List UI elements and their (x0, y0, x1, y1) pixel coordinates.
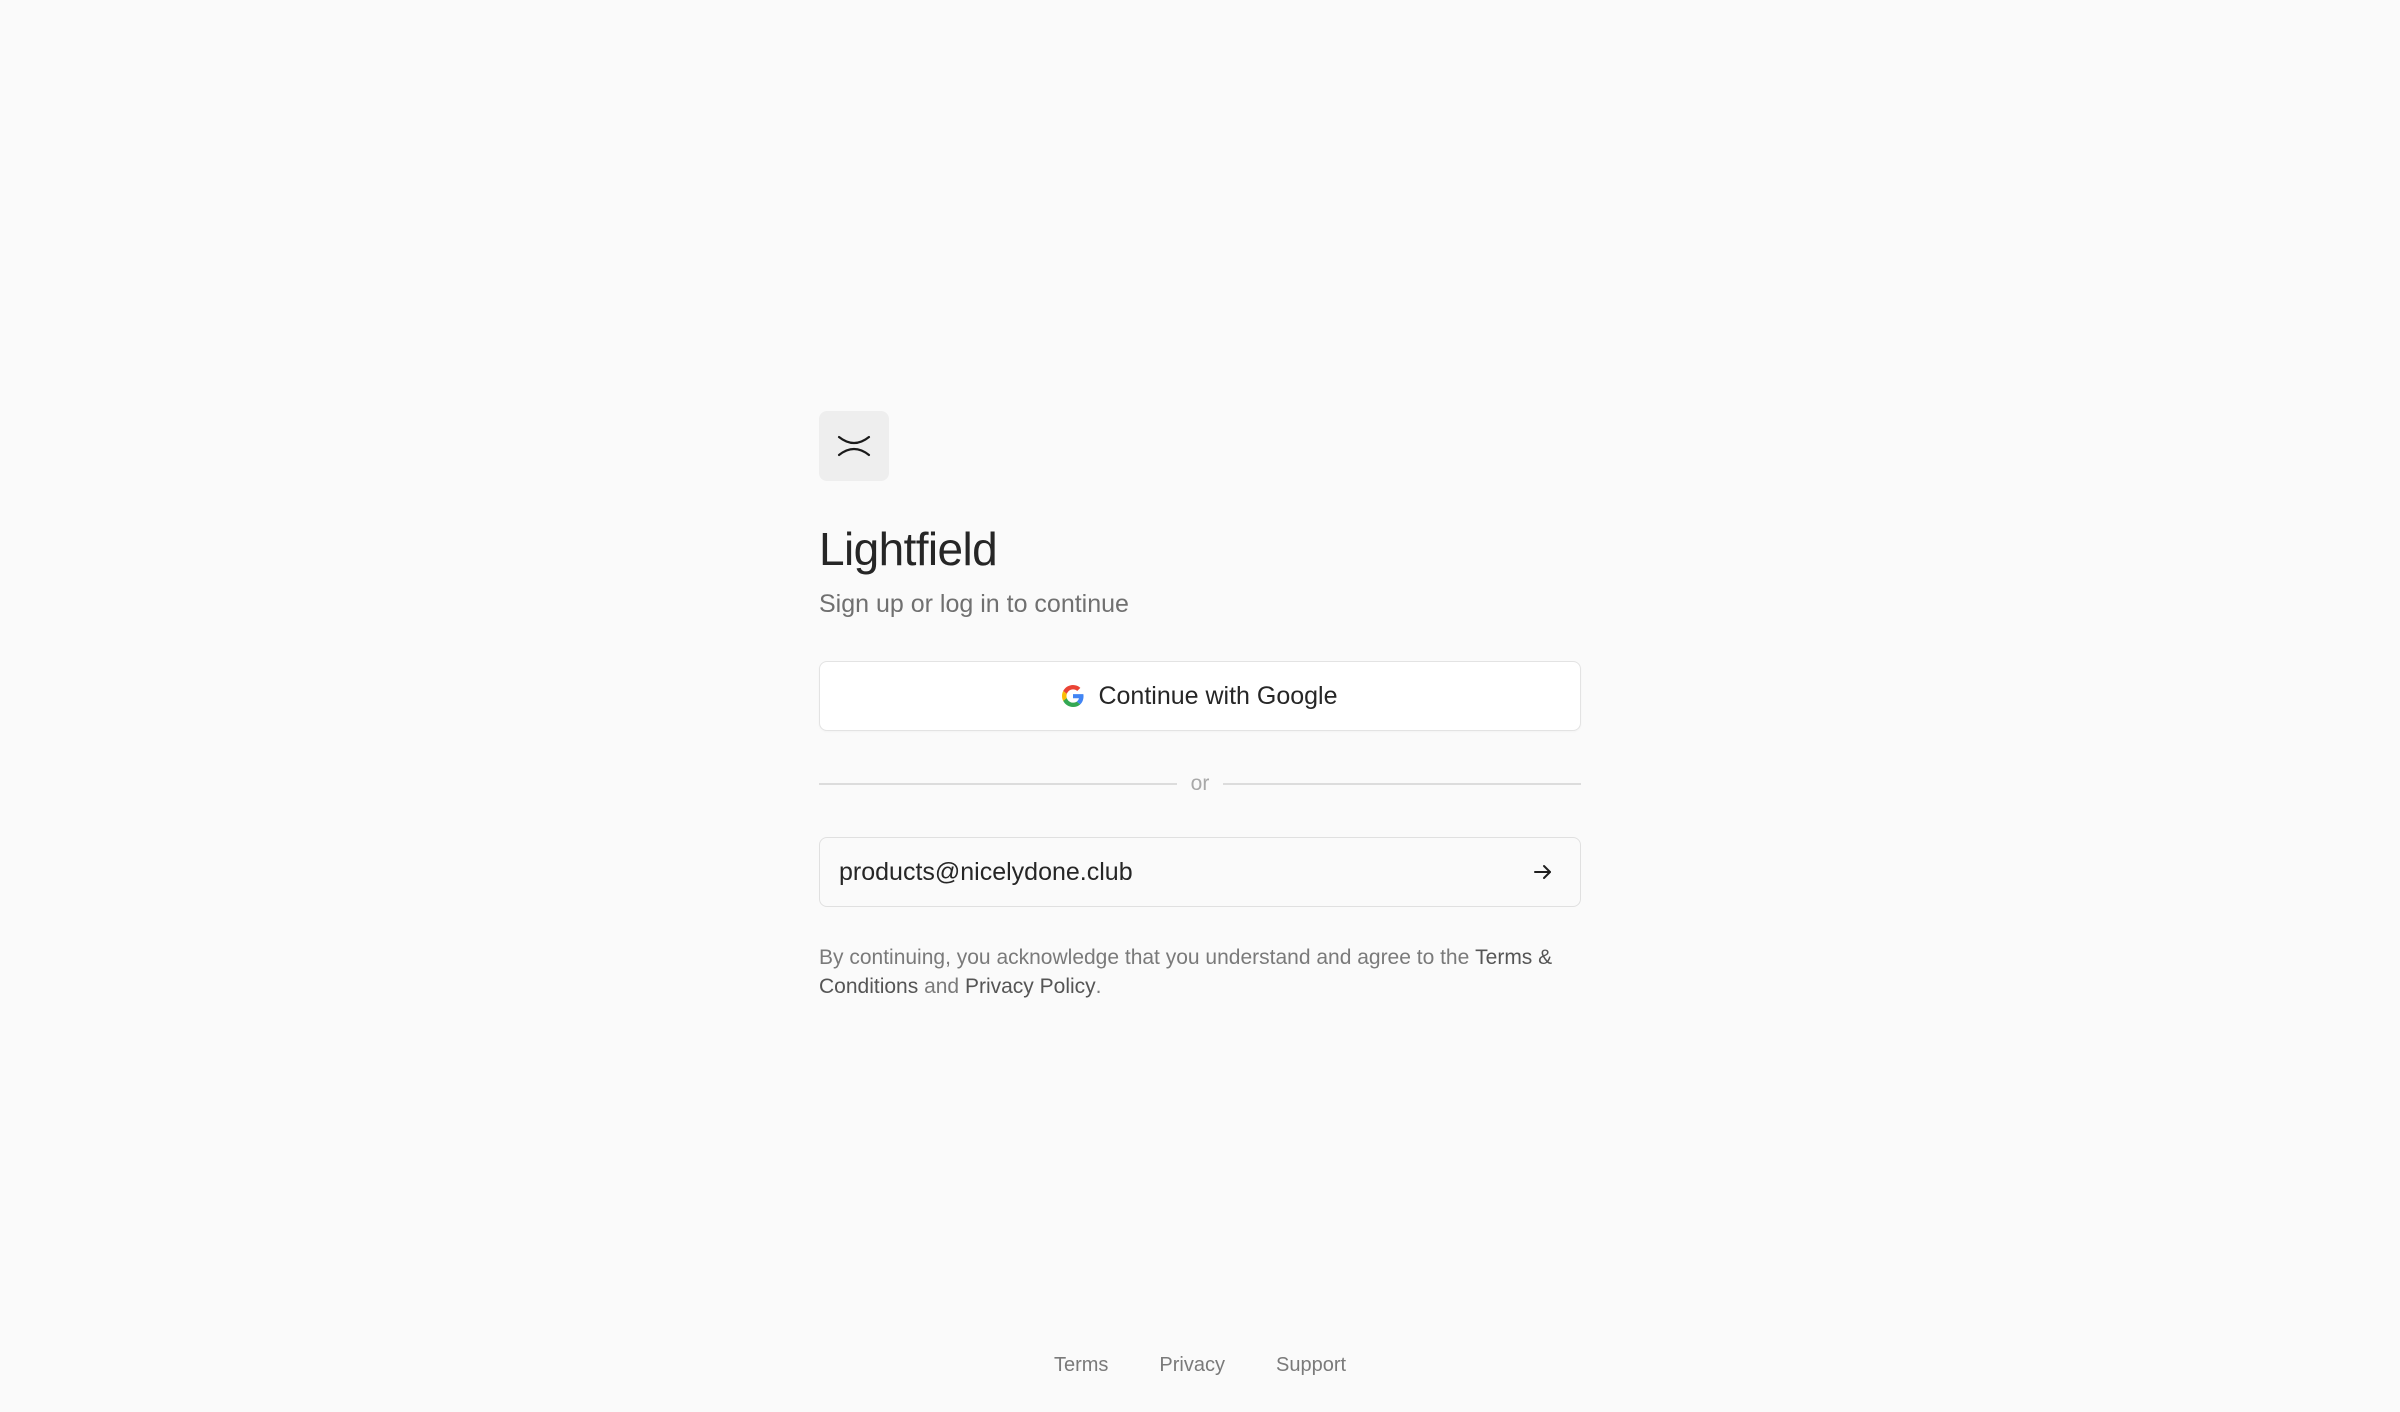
legal-suffix: . (1095, 975, 1102, 998)
email-submit-button[interactable] (1526, 855, 1560, 889)
continue-with-google-button[interactable]: Continue with Google (819, 661, 1581, 731)
footer-support-link[interactable]: Support (1276, 1354, 1346, 1377)
legal-middle: and (918, 975, 965, 998)
email-input[interactable] (839, 857, 1526, 887)
arrow-right-icon (1534, 865, 1551, 879)
login-card: Lightfield Sign up or log in to continue… (819, 411, 1581, 1001)
page-subtitle: Sign up or log in to continue (819, 590, 1129, 618)
privacy-policy-link[interactable]: Privacy Policy (965, 975, 1096, 998)
footer-links: Terms Privacy Support (0, 1354, 2400, 1377)
login-page: Lightfield Sign up or log in to continue… (0, 0, 2400, 1412)
divider-line-right (1223, 783, 1581, 785)
google-button-label: Continue with Google (1098, 681, 1338, 710)
google-icon (1062, 685, 1085, 707)
divider-line-left (819, 783, 1177, 785)
footer-terms-link[interactable]: Terms (1054, 1354, 1108, 1377)
divider-text: or (1190, 772, 1210, 795)
app-logo (819, 411, 889, 481)
email-form (819, 837, 1581, 907)
page-title: Lightfield (819, 523, 998, 575)
lightfield-logo-icon (837, 435, 871, 457)
legal-prefix: By continuing, you acknowledge that you … (819, 946, 1476, 969)
legal-notice: By continuing, you acknowledge that you … (819, 943, 1581, 1001)
or-divider: or (819, 769, 1581, 799)
footer-privacy-link[interactable]: Privacy (1159, 1354, 1225, 1377)
